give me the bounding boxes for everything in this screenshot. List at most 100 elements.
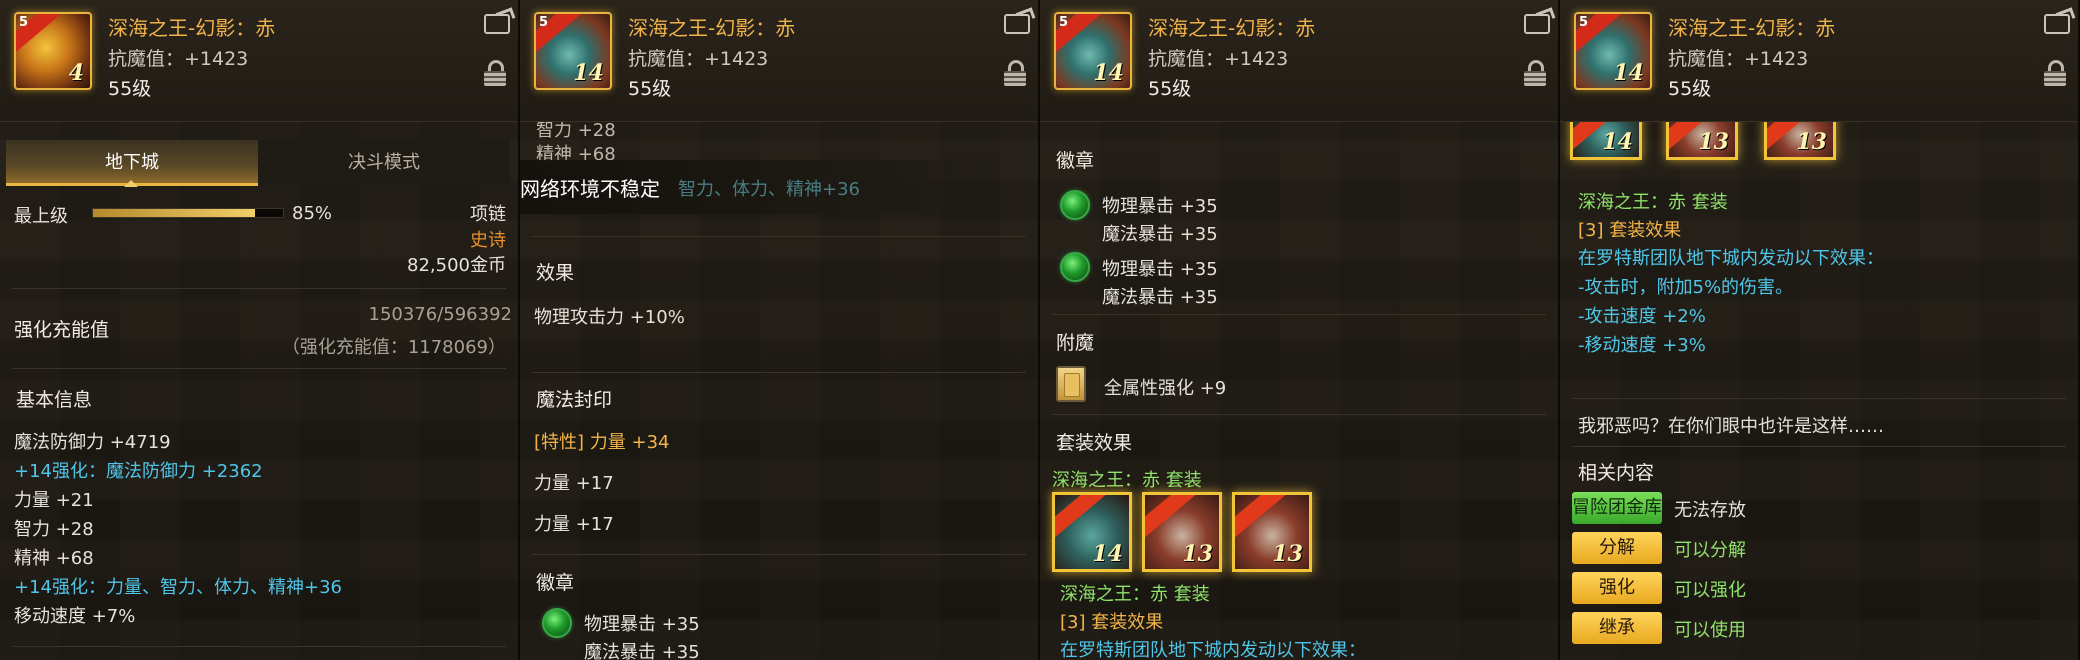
item-name: 深海之王-幻影：赤 <box>628 16 796 40</box>
emblem-line: 物理暴击 +35 <box>1102 259 1218 280</box>
seal-line: 力量 +17 <box>534 473 614 494</box>
set-name: 深海之王：赤 套装 <box>1060 584 1210 605</box>
share-icon[interactable] <box>484 14 510 34</box>
related-status: 可以强化 <box>1674 580 1746 601</box>
basic-info-line: 魔法防御力 +4719 <box>14 432 171 453</box>
item-level: 55级 <box>1148 78 1192 100</box>
lock-icon[interactable] <box>484 60 506 86</box>
item-icon: 5 14 <box>1054 12 1132 90</box>
section-title-enchant: 附魔 <box>1056 332 1095 354</box>
tab-duel[interactable]: 决斗模式 <box>258 140 510 186</box>
emblem-line: 魔法暴击 +35 <box>584 642 700 660</box>
share-icon[interactable] <box>1004 14 1030 34</box>
item-stat: 抗魔值：+1423 <box>1668 48 1809 70</box>
inherit-button[interactable]: 继承 <box>1572 612 1662 644</box>
item-icon-level: 14 <box>1093 60 1124 86</box>
section-title-basic: 基本信息 <box>16 389 93 411</box>
item-stat: 抗魔值：+1423 <box>1148 48 1289 70</box>
item-level: 55级 <box>1668 78 1712 100</box>
tooltip-panel-1: 5 4 深海之王-幻影：赤 抗魔值：+1423 55级 地下城 决斗模式 最上级… <box>0 0 520 660</box>
section-title-emblem: 徽章 <box>536 572 575 594</box>
related-status: 可以分解 <box>1674 540 1746 561</box>
divider <box>12 646 506 647</box>
divider <box>532 372 1026 373</box>
grade-bar <box>92 208 284 218</box>
set-effect-line: -攻击时，附加5%的伤害。 <box>1578 277 1794 298</box>
emblem-gem-icon <box>1060 252 1090 282</box>
set-effect-desc: 在罗特斯团队地下城内发动以下效果： <box>1060 640 1366 660</box>
emblem-line: 物理暴击 +35 <box>584 614 700 635</box>
emblem-line: 魔法暴击 +35 <box>1102 224 1218 245</box>
set-effect-title: [3] 套装效果 <box>1060 612 1164 633</box>
lock-icon[interactable] <box>1524 60 1546 86</box>
charge-value: 150376/596392 <box>368 304 513 325</box>
item-stat: 抗魔值：+1423 <box>628 48 769 70</box>
lock-icon[interactable] <box>2044 60 2066 86</box>
section-title-related: 相关内容 <box>1578 462 1655 484</box>
item-header: 5 4 深海之王-幻影：赤 抗魔值：+1423 55级 <box>0 0 518 122</box>
grade-bar-fill <box>93 209 255 217</box>
section-title-set: 套装效果 <box>1056 432 1133 454</box>
emblem-gem-icon <box>1060 190 1090 220</box>
item-icon-level: 14 <box>1613 60 1644 86</box>
enhance-button[interactable]: 强化 <box>1572 572 1662 604</box>
item-header: 5 14 深海之王-幻影：赤 抗魔值：+1423 55级 <box>1560 0 2078 122</box>
set-effect-line: -攻击速度 +2% <box>1578 306 1706 327</box>
item-icon: 5 14 <box>534 12 612 90</box>
divider <box>12 288 506 289</box>
seal-line: 力量 +17 <box>534 514 614 535</box>
charge-total: （强化充能值：1178069） <box>281 337 506 358</box>
charge-label: 强化充能值 <box>14 319 110 341</box>
disassemble-button[interactable]: 分解 <box>1572 532 1662 564</box>
set-effect-line: 在罗特斯团队地下城内发动以下效果： <box>1578 248 1884 269</box>
basic-info-line: +14强化：力量、智力、体力、精神+36 <box>14 577 342 598</box>
divider <box>1572 398 2066 399</box>
set-item-slot[interactable]: 13 <box>1142 492 1222 572</box>
guild-bank-button[interactable]: 冒险团金库 <box>1572 492 1662 524</box>
tooltip-panel-3: 5 14 深海之王-幻影：赤 抗魔值：+1423 55级 徽章 物理暴击 +35… <box>1040 0 1560 660</box>
tooltip-panel-2: 智力 +28 精神 +68 5 14 深海之王-幻影：赤 抗魔值：+1423 5… <box>520 0 1040 660</box>
divider <box>1572 446 2066 447</box>
set-name-top: 深海之王：赤 套装 <box>1052 470 1202 491</box>
divider <box>1052 414 1546 415</box>
faded-stat-line: 智力、体力、精神+36 <box>678 179 860 200</box>
item-name: 深海之王-幻影：赤 <box>108 16 276 40</box>
divider <box>1052 314 1546 315</box>
divider <box>532 236 1026 237</box>
emblem-line: 魔法暴击 +35 <box>1102 287 1218 308</box>
set-item-slot[interactable]: 14 <box>1052 492 1132 572</box>
related-status: 可以使用 <box>1674 620 1746 641</box>
toast-text: 网络环境不稳定 <box>520 177 660 201</box>
item-icon-level: 4 <box>68 60 84 86</box>
item-icon-level: 14 <box>573 60 604 86</box>
section-title-seal: 魔法封印 <box>536 389 613 411</box>
item-level: 55级 <box>108 78 152 100</box>
mode-tabs: 地下城 决斗模式 <box>6 140 514 187</box>
grade-percent: 85% <box>292 203 333 224</box>
seal-line: [特性] 力量 +34 <box>534 432 670 453</box>
basic-info-line: 智力 +28 <box>14 519 94 540</box>
divider <box>12 368 506 369</box>
related-status: 无法存放 <box>1674 500 1746 521</box>
enchant-line: 全属性强化 +9 <box>1104 378 1227 399</box>
divider <box>532 554 1026 555</box>
basic-info-line: 移动速度 +7% <box>14 606 136 627</box>
item-name: 深海之王-幻影：赤 <box>1148 16 1316 40</box>
share-icon[interactable] <box>2044 14 2070 34</box>
item-stat: 抗魔值：+1423 <box>108 48 249 70</box>
flavor-text: 我邪恶吗？在你们眼中也许是这样…… <box>1578 416 1884 437</box>
tooltip-panel-4: 14 13 13 5 14 深海之王-幻影：赤 抗魔值：+1423 55级 深海… <box>1560 0 2080 660</box>
emblem-gem-icon <box>542 608 572 638</box>
grade-label: 最上级 <box>14 206 68 227</box>
item-rarity: 史诗 <box>470 230 506 251</box>
share-icon[interactable] <box>1524 14 1550 34</box>
section-title-effect: 效果 <box>536 262 575 284</box>
set-item-slot[interactable]: 13 <box>1232 492 1312 572</box>
lock-icon[interactable] <box>1004 60 1026 86</box>
item-slot: 项链 <box>470 204 506 225</box>
basic-info-line: +14强化：魔法防御力 +2362 <box>14 461 263 482</box>
tab-dungeon[interactable]: 地下城 <box>6 140 258 187</box>
item-icon: 5 14 <box>1574 12 1652 90</box>
section-title-emblem: 徽章 <box>1056 150 1095 172</box>
effect-line: 物理攻击力 +10% <box>534 307 685 328</box>
